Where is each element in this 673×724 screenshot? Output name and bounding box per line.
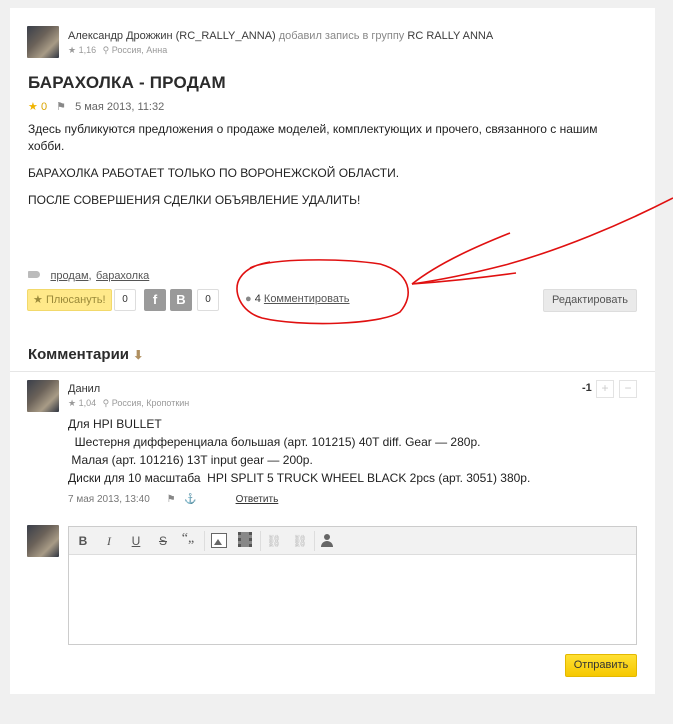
submit-button[interactable]: Отправить [565, 654, 637, 677]
underline-button[interactable]: U [126, 531, 146, 551]
editor-toolbar: B I U S “„ ⛓ ⛓ [69, 527, 636, 555]
italic-button[interactable]: I [99, 531, 119, 551]
quote-button[interactable]: “„ [178, 529, 198, 549]
current-user-avatar [27, 525, 59, 557]
annotation-arrow-line [411, 197, 673, 285]
commenter-avatar[interactable] [27, 380, 59, 412]
divider [10, 371, 655, 372]
location-icon: ⚲ [102, 398, 110, 408]
strikethrough-button[interactable]: S [153, 531, 173, 551]
annotation-circle [236, 259, 409, 325]
toolbar-divider [260, 531, 261, 551]
vote-minus-button[interactable]: − [619, 380, 637, 398]
sort-arrow-icon[interactable]: ⬇ [133, 348, 143, 362]
comment-line-3: Малая (арт. 101216) 13T input gear — 200… [68, 453, 313, 467]
link-icon[interactable]: ⛓ [264, 531, 284, 551]
comment-score: -1 [582, 382, 592, 394]
toolbar-divider [204, 531, 205, 551]
toolbar-divider [314, 531, 315, 551]
unlink-icon[interactable]: ⛓ [290, 531, 310, 551]
bold-button[interactable]: B [73, 531, 93, 551]
anchor-icon[interactable]: ⚓ [184, 494, 196, 505]
comment-line-2: Шестерня дифференциала большая (арт. 101… [68, 435, 481, 449]
reply-link[interactable]: Ответить [236, 494, 279, 505]
user-icon[interactable] [317, 531, 337, 551]
flag-icon[interactable]: ⚑ [167, 494, 176, 505]
comment-textarea[interactable] [69, 555, 634, 641]
comments-heading-text: Комментарии [28, 346, 130, 363]
vote-plus-button[interactable]: + [596, 380, 614, 398]
comment-author-meta: ★ 1,04 ⚲ Россия, Кропоткин [68, 398, 189, 409]
video-icon[interactable] [238, 532, 252, 547]
commenter-location: Россия, Кропоткин [111, 398, 190, 408]
comment-footer: 7 мая 2013, 13:40 ⚑ ⚓ Ответить [68, 494, 278, 505]
comment-date: 7 мая 2013, 13:40 [68, 494, 150, 505]
comment-author[interactable]: Данил [68, 383, 100, 395]
image-icon[interactable] [211, 533, 227, 548]
comments-heading: Комментарии ⬇ [28, 346, 143, 363]
comment-line-1: Для HPI BULLET [68, 417, 162, 431]
star-icon: ★ [68, 398, 77, 408]
comment-line-4: Диски для 10 масштаба HPI SPLIT 5 TRUCK … [68, 471, 531, 485]
commenter-rating: 1,04 [78, 398, 97, 408]
comment-editor: B I U S “„ ⛓ ⛓ [68, 526, 637, 645]
